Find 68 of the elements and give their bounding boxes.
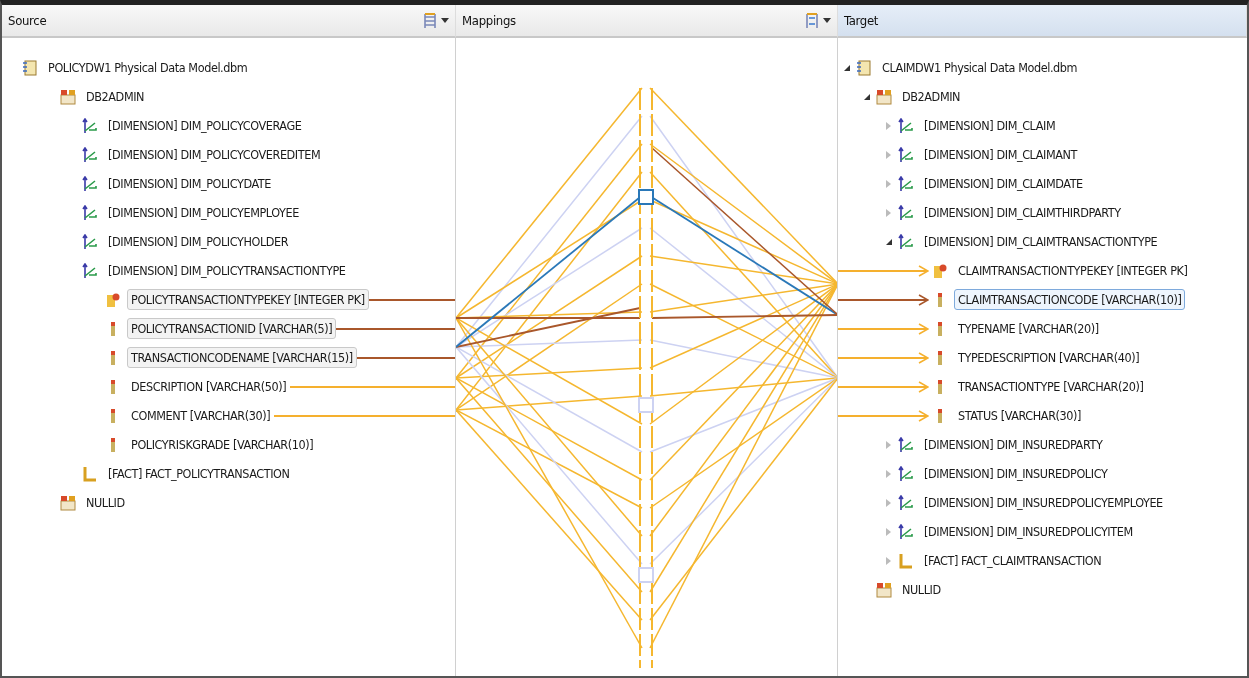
table-icon — [82, 117, 98, 134]
schema-icon — [60, 88, 76, 105]
tree-item[interactable]: TYPENAME [VARCHAR(20)] — [954, 318, 1103, 339]
tree-item[interactable]: [FACT] FACT_CLAIMTRANSACTION — [920, 550, 1106, 571]
tree-item[interactable]: [DIMENSION] DIM_INSUREDPOLICYITEM — [920, 521, 1137, 542]
tree-item[interactable]: CLAIMTRANSACTIONCODE [VARCHAR(10)] — [954, 289, 1186, 310]
table-icon — [898, 465, 914, 482]
key-column-icon — [932, 262, 948, 279]
expander-icon[interactable] — [864, 93, 870, 100]
tree-item[interactable]: COMMENT [VARCHAR(30)] — [127, 405, 275, 426]
table-icon — [82, 233, 98, 250]
key-column-icon — [105, 291, 121, 308]
tree-item[interactable]: [DIMENSION] DIM_CLAIMANT — [920, 144, 1082, 165]
tree-item[interactable]: DB2ADMIN — [898, 86, 965, 107]
tree-item[interactable]: CLAIMTRANSACTIONTYPEKEY [INTEGER PK] — [954, 260, 1192, 281]
tree-item[interactable]: TRANSACTIONTYPE [VARCHAR(20)] — [954, 376, 1148, 397]
tree-item[interactable]: [DIMENSION] DIM_POLICYCOVERAGE — [104, 115, 306, 136]
tree-item[interactable]: [DIMENSION] DIM_POLICYEMPLOYEE — [104, 202, 303, 223]
schema-icon — [60, 494, 76, 511]
tree-item[interactable]: [DIMENSION] DIM_INSUREDPARTY — [920, 434, 1107, 455]
table-icon — [898, 523, 914, 540]
dropdown-arrow-icon[interactable] — [441, 18, 449, 23]
tree-item[interactable]: [DIMENSION] DIM_INSUREDPOLICY — [920, 463, 1112, 484]
tree-item[interactable]: NULLID — [898, 579, 945, 600]
tree-item[interactable]: POLICYRISKGRADE [VARCHAR(10)] — [127, 434, 318, 455]
table-icon — [898, 494, 914, 511]
tree-item[interactable]: POLICYTRANSACTIONTYPEKEY [INTEGER PK] — [127, 289, 369, 310]
table-icon — [898, 233, 914, 250]
data-model-icon — [856, 59, 872, 76]
table-icon — [82, 146, 98, 163]
tree-item[interactable]: [FACT] FACT_POLICYTRANSACTION — [104, 463, 294, 484]
tree-item[interactable]: [DIMENSION] DIM_POLICYCOVEREDITEM — [104, 144, 325, 165]
target-title: Target — [844, 13, 879, 28]
tree-item[interactable]: STATUS [VARCHAR(30)] — [954, 405, 1086, 426]
tree-item[interactable]: TYPEDESCRIPTION [VARCHAR(40)] — [954, 347, 1144, 368]
tree-item[interactable]: TRANSACTIONCODENAME [VARCHAR(15)] — [127, 347, 357, 368]
tree-item[interactable]: [DIMENSION] DIM_POLICYHOLDER — [104, 231, 293, 252]
tree-item[interactable]: NULLID — [82, 492, 129, 513]
table-icon — [898, 175, 914, 192]
table-icon — [82, 175, 98, 192]
tree-item[interactable]: DESCRIPTION [VARCHAR(50)] — [127, 376, 291, 397]
tree-item[interactable]: POLICYDW1 Physical Data Model.dbm — [44, 57, 252, 78]
tree-item[interactable]: [DIMENSION] DIM_CLAIMTRANSACTIONTYPE — [920, 231, 1162, 252]
table-icon — [898, 117, 914, 134]
tree-item[interactable]: [DIMENSION] DIM_INSUREDPOLICYEMPLOYEE — [920, 492, 1167, 513]
schema-icon — [876, 88, 892, 105]
tree-item[interactable]: [DIMENSION] DIM_POLICYDATE — [104, 173, 275, 194]
tree-item[interactable]: [DIMENSION] DIM_CLAIMDATE — [920, 173, 1087, 194]
tree-item[interactable]: POLICYTRANSACTIONID [VARCHAR(5)] — [127, 318, 337, 339]
data-model-icon — [22, 59, 38, 76]
table-icon — [898, 436, 914, 453]
table-icon — [898, 146, 914, 163]
table-icon — [82, 204, 98, 221]
expander-icon[interactable] — [844, 64, 850, 71]
tree-item[interactable]: [DIMENSION] DIM_CLAIMTHIRDPARTY — [920, 202, 1125, 223]
schema-icon — [876, 581, 892, 598]
dropdown-arrow-icon[interactable] — [823, 18, 831, 23]
fact-table-icon — [898, 552, 914, 569]
tree-item[interactable]: DB2ADMIN — [82, 86, 149, 107]
source-title: Source — [8, 13, 47, 28]
table-icon — [82, 262, 98, 279]
tree-item[interactable]: CLAIMDW1 Physical Data Model.dbm — [878, 57, 1082, 78]
tree-item[interactable]: [DIMENSION] DIM_CLAIM — [920, 115, 1060, 136]
mappings-title: Mappings — [462, 13, 516, 28]
tree-item[interactable]: [DIMENSION] DIM_POLICYTRANSACTIONTYPE — [104, 260, 350, 281]
fact-table-icon — [82, 465, 98, 482]
table-icon — [898, 204, 914, 221]
expander-icon[interactable] — [886, 238, 892, 245]
